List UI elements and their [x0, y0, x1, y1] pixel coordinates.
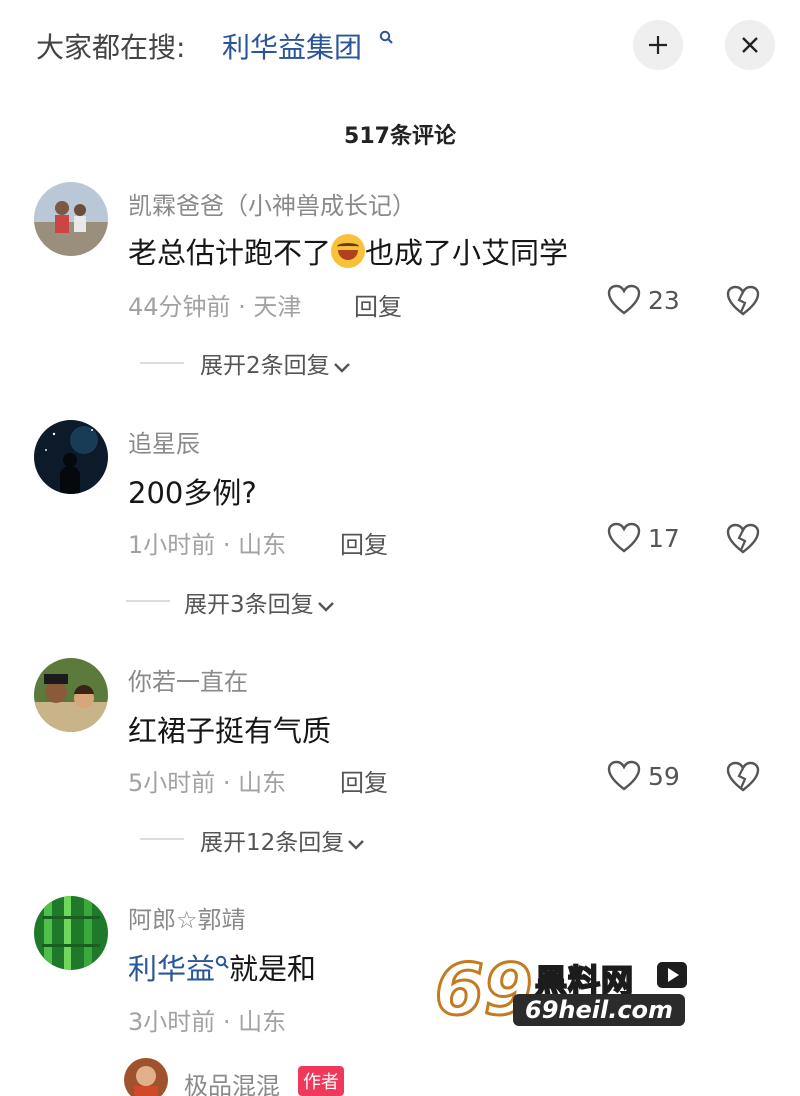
expand-replies-button[interactable]: 展开12条回复: [200, 823, 366, 857]
heart-icon: [607, 284, 641, 315]
close-icon: [742, 37, 758, 53]
comment-text: 200多例?: [128, 476, 257, 510]
divider-line: [140, 362, 184, 364]
broken-heart-icon[interactable]: [726, 523, 760, 555]
like-count: 59: [648, 762, 680, 791]
comment-username[interactable]: 追星辰: [128, 424, 200, 459]
divider-line: [126, 600, 170, 602]
expand-replies-button[interactable]: 展开2条回复: [200, 346, 352, 380]
comment-username[interactable]: 阿郎☆郭靖: [128, 900, 246, 935]
avatar[interactable]: [124, 1058, 168, 1096]
comment-count: 517条评论: [344, 124, 456, 149]
minimize-icon: [649, 36, 667, 54]
laughing-emoji-icon: [331, 234, 366, 268]
play-icon: [657, 962, 687, 988]
heart-icon: [607, 522, 641, 553]
chevron-down-icon: [348, 839, 365, 850]
search-icon: [379, 30, 393, 44]
comment-username[interactable]: 你若一直在: [128, 662, 248, 697]
comment-meta: 44分钟前 · 天津: [128, 293, 302, 321]
divider-line: [140, 838, 184, 840]
chevron-down-icon: [333, 362, 350, 373]
watermark-url: 69heil.com: [513, 994, 686, 1026]
avatar[interactable]: [34, 896, 108, 970]
comment-text: 老总估计跑不了 也成了小艾同学: [128, 234, 569, 270]
comment-meta: 1小时前 · 山东: [128, 531, 287, 559]
comment-username[interactable]: 极品混混: [184, 1066, 280, 1096]
close-button[interactable]: [725, 20, 775, 70]
heart-icon: [607, 760, 641, 791]
like-count: 17: [648, 524, 680, 553]
search-icon: [215, 955, 229, 969]
comment-meta: 5小时前 · 山东: [128, 769, 287, 797]
author-badge: 作者: [298, 1066, 344, 1096]
hot-search-link[interactable]: 利华益集团: [222, 26, 362, 66]
comment-text: 红裙子挺有气质: [128, 714, 332, 748]
avatar[interactable]: [34, 182, 108, 256]
watermark-logo: 69 黑料网 69heil.com: [433, 949, 715, 1036]
chevron-down-icon: [317, 601, 334, 612]
reply-button[interactable]: 回复: [340, 525, 388, 560]
hashtag-link[interactable]: 利华益: [128, 952, 215, 986]
broken-heart-icon[interactable]: [726, 761, 760, 793]
like-count: 23: [648, 286, 680, 315]
broken-heart-icon[interactable]: [726, 285, 760, 317]
top-bar: 大家都在搜: 利华益集团: [0, 0, 800, 90]
comment-meta: 3小时前 · 山东: [128, 1008, 287, 1036]
avatar[interactable]: [34, 658, 108, 732]
reply-button[interactable]: 回复: [354, 287, 402, 322]
expand-replies-button[interactable]: 展开3条回复: [184, 585, 336, 619]
comment-text: 利华益 就是和: [128, 952, 317, 986]
hot-search-label: 大家都在搜:: [36, 31, 186, 64]
avatar[interactable]: [34, 420, 108, 494]
comment-username[interactable]: 凯霖爸爸（小神兽成长记）: [128, 186, 416, 221]
minimize-button[interactable]: [633, 20, 683, 70]
reply-button[interactable]: 回复: [340, 763, 388, 798]
